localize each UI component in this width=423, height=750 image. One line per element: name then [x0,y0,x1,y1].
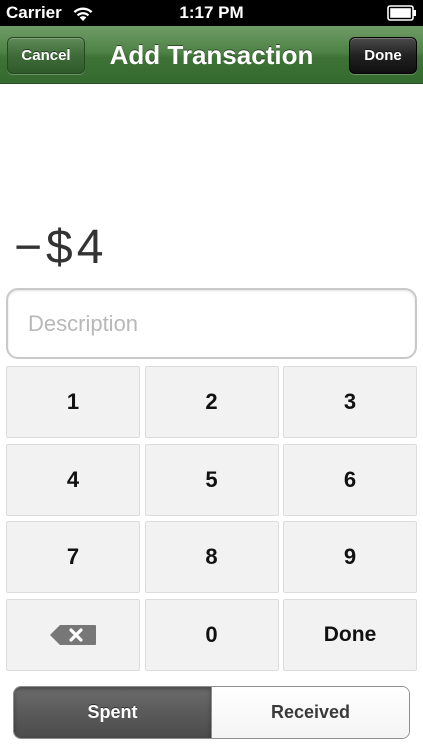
backspace-key[interactable] [6,598,140,671]
number-keypad: 1 2 3 4 5 6 7 8 9 0 Done [6,366,417,671]
key-0[interactable]: 0 [144,598,279,671]
transaction-type-selector: Spent Received [13,686,410,739]
key-5[interactable]: 5 [144,443,279,516]
key-9[interactable]: 9 [283,521,417,593]
key-3[interactable]: 3 [283,366,417,438]
key-8[interactable]: 8 [144,521,279,593]
status-time: 1:17 PM [179,3,244,22]
backspace-icon [50,624,96,645]
amount-display: −$4 [14,221,108,274]
key-2[interactable]: 2 [144,366,279,438]
description-input[interactable] [6,288,417,359]
key-1[interactable]: 1 [6,366,140,438]
navigation-bar: Cancel Add Transaction Done [0,26,423,84]
battery-icon [387,5,416,21]
key-4[interactable]: 4 [6,443,140,516]
received-segment[interactable]: Received [212,687,409,738]
keypad-done-key[interactable]: Done [283,598,417,671]
spent-segment[interactable]: Spent [14,687,212,738]
done-button[interactable]: Done [349,37,417,74]
key-7[interactable]: 7 [6,521,140,593]
status-bar: Carrier 1:17 PM [0,0,423,26]
key-6[interactable]: 6 [283,443,417,516]
